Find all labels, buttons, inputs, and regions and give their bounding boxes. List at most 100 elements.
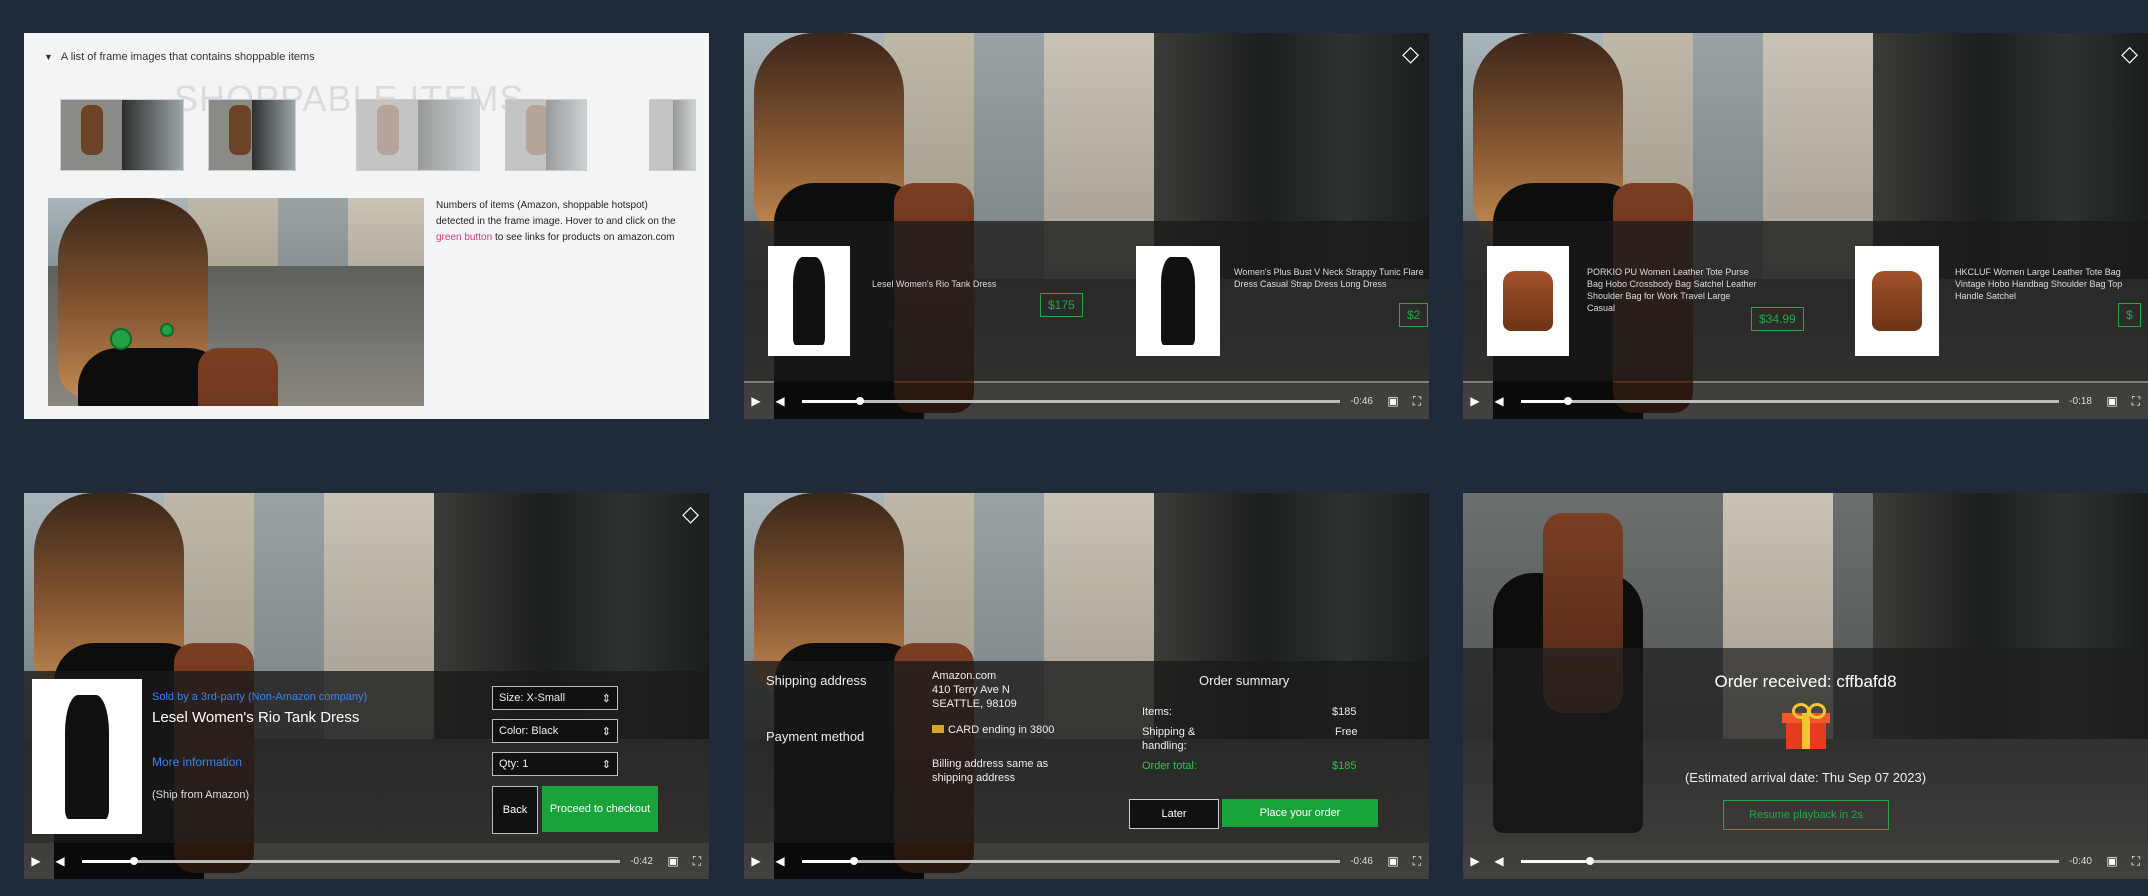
diamond-icon[interactable]: ◇ (682, 501, 699, 527)
card-icon (932, 725, 944, 733)
product-image-1[interactable] (1487, 246, 1569, 356)
product-image-1[interactable] (768, 246, 850, 356)
shipping-fee-label: Shipping & handling: (1142, 726, 1196, 752)
order-total-label: Order total: (1142, 760, 1198, 772)
volume-icon[interactable]: ◀ (1487, 394, 1511, 408)
video-player-products-bag: ◇ PORKIO PU Women Leather Tote Purse Bag… (1463, 33, 2148, 419)
product-image (32, 679, 142, 834)
frame-list-panel: ▼ A list of frame images that contains sh… (24, 33, 709, 419)
product-image-2[interactable] (1855, 246, 1939, 356)
items-value: $185 (1332, 706, 1357, 718)
video-controls: ▶ ◀ -0:40 ▣ ⛶ (1463, 843, 2148, 879)
frame-thumbnail-5[interactable] (649, 99, 696, 171)
ship-info: (Ship from Amazon) (152, 789, 250, 801)
frame-thumbnail-2[interactable] (208, 99, 296, 171)
product-detail-tray: Sold by a 3rd-party (Non-Amazon company)… (24, 671, 709, 843)
size-select[interactable]: Size: X-Small ⇕ (492, 686, 618, 710)
product-tray: Lesel Women's Rio Tank Dress $175 Women'… (744, 221, 1429, 381)
place-order-button[interactable]: Place your order (1222, 799, 1378, 827)
video-player-product-detail: ◇ Sold by a 3rd-party (Non-Amazon compan… (24, 493, 709, 879)
product-image-2[interactable] (1136, 246, 1220, 356)
play-icon[interactable]: ▶ (1463, 854, 1487, 868)
product-title-2: HKCLUF Women Large Leather Tote Bag Vint… (1955, 267, 2123, 301)
diamond-icon[interactable]: ◇ (2121, 41, 2138, 67)
play-icon[interactable]: ▶ (1463, 394, 1487, 408)
volume-icon[interactable]: ◀ (1487, 854, 1511, 868)
video-controls: ▶ ◀ -0:42 ▣ ⛶ (24, 843, 709, 879)
shipping-address-value: Amazon.com 410 Terry Ave N SEATTLE, 9810… (932, 670, 1017, 710)
video-player-products-dress: ◇ Lesel Women's Rio Tank Dress $175 Wome… (744, 33, 1429, 419)
pip-icon[interactable]: ▣ (661, 854, 685, 868)
product-title: Lesel Women's Rio Tank Dress (152, 709, 360, 726)
seek-bar[interactable] (802, 396, 1341, 405)
more-info-link[interactable]: More information (152, 755, 242, 769)
payment-method-label: Payment method (766, 729, 865, 744)
frame-description: Numbers of items (Amazon, shoppable hots… (436, 200, 676, 243)
seek-bar[interactable] (1521, 856, 2060, 865)
shipping-address-label: Shipping address (766, 673, 867, 688)
frame-list-header[interactable]: ▼ A list of frame images that contains sh… (44, 51, 315, 63)
fullscreen-icon[interactable]: ⛶ (2124, 394, 2148, 409)
checkout-tray: Shipping address Amazon.com 410 Terry Av… (744, 661, 1429, 843)
fullscreen-icon[interactable]: ⛶ (1405, 394, 1429, 409)
product-title-2: Women's Plus Bust V Neck Strappy Tunic F… (1234, 267, 1424, 289)
chevron-icon: ⇕ (601, 758, 611, 771)
video-controls: ▶ ◀ -0:46 ▣ ⛶ (744, 383, 1429, 419)
payment-method-value: CARD ending in 3800 (932, 723, 1072, 737)
product-price-1[interactable]: $34.99 (1751, 307, 1804, 331)
product-price-2[interactable]: $2 (1399, 303, 1429, 327)
color-select[interactable]: Color: Black ⇕ (492, 719, 618, 743)
hotspot-bag-button[interactable] (160, 323, 174, 337)
pip-icon[interactable]: ▣ (1381, 394, 1405, 408)
play-icon[interactable]: ▶ (24, 854, 48, 868)
product-price-2[interactable]: $ (2118, 303, 2141, 327)
video-controls: ▶ ◀ -0:18 ▣ ⛶ (1463, 383, 2148, 419)
order-total-value: $185 (1332, 760, 1357, 772)
frame-thumbnail-3[interactable] (356, 99, 480, 171)
frame-thumbnail-1[interactable] (60, 99, 184, 171)
volume-icon[interactable]: ◀ (768, 854, 792, 868)
fullscreen-icon[interactable]: ⛶ (2124, 854, 2148, 869)
seek-bar[interactable] (1521, 396, 2060, 405)
back-button[interactable]: Back (492, 786, 538, 834)
chevron-icon: ⇕ (601, 725, 611, 738)
chevron-icon: ⇕ (601, 692, 611, 705)
proceed-checkout-button[interactable]: Proceed to checkout (542, 786, 658, 832)
diamond-icon[interactable]: ◇ (1402, 41, 1419, 67)
seek-bar[interactable] (82, 856, 621, 865)
estimated-arrival: (Estimated arrival date: Thu Sep 07 2023… (1684, 770, 1927, 785)
product-title-1: Lesel Women's Rio Tank Dress (872, 279, 997, 289)
time-remaining: -0:18 (2069, 395, 2092, 407)
order-summary-title: Order summary (1199, 673, 1290, 688)
frame-list-header-label: A list of frame images that contains sho… (60, 51, 315, 63)
pip-icon[interactable]: ▣ (2100, 394, 2124, 408)
video-player-order-received: Order received: cffbafd8 (Estimated arri… (1463, 493, 2148, 879)
pip-icon[interactable]: ▣ (1381, 854, 1405, 868)
pip-icon[interactable]: ▣ (2100, 854, 2124, 868)
resume-playback-button[interactable]: Resume playback in 2s (1723, 800, 1889, 830)
play-icon[interactable]: ▶ (744, 394, 768, 408)
seller-link[interactable]: Sold by a 3rd-party (Non-Amazon company) (152, 691, 367, 703)
volume-icon[interactable]: ◀ (768, 394, 792, 408)
time-remaining: -0:46 (1350, 395, 1373, 407)
video-controls: ▶ ◀ -0:46 ▣ ⛶ (744, 843, 1429, 879)
items-label: Items: (1142, 706, 1172, 718)
billing-note: Billing address same as shipping address (932, 758, 1049, 784)
fullscreen-icon[interactable]: ⛶ (1405, 854, 1429, 869)
play-icon[interactable]: ▶ (744, 854, 768, 868)
product-price-1[interactable]: $175 (1040, 293, 1083, 317)
hotspot-dress-button[interactable] (110, 328, 132, 350)
gift-icon (1782, 703, 1830, 751)
product-title-1: PORKIO PU Women Leather Tote Purse Bag H… (1587, 267, 1757, 313)
video-player-checkout: Shipping address Amazon.com 410 Terry Av… (744, 493, 1429, 879)
order-received-text: Order received: cffbafd8 (1714, 672, 1897, 691)
selected-frame-image (48, 198, 424, 406)
product-tray: PORKIO PU Women Leather Tote Purse Bag H… (1463, 221, 2148, 381)
qty-select[interactable]: Qty: 1 ⇕ (492, 752, 618, 776)
order-received-tray: Order received: cffbafd8 (Estimated arri… (1463, 648, 2148, 843)
seek-bar[interactable] (802, 856, 1341, 865)
fullscreen-icon[interactable]: ⛶ (685, 854, 709, 869)
later-button[interactable]: Later (1129, 799, 1219, 829)
volume-icon[interactable]: ◀ (48, 854, 72, 868)
frame-thumbnail-4[interactable] (505, 99, 587, 171)
